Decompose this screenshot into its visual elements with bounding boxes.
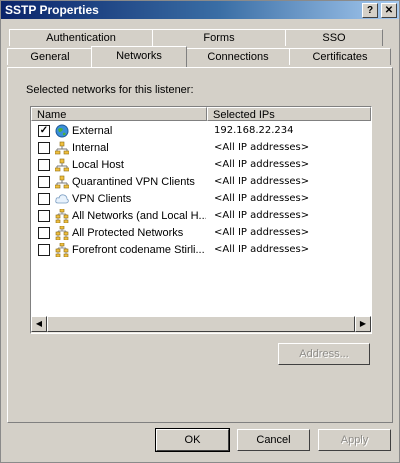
list-item[interactable]: ✓ External 192.168.22.234 [31,123,371,139]
network-ip: <All IP addresses> [214,227,310,238]
tab-connections[interactable]: Connections [186,48,290,65]
apply-button[interactable]: Apply [318,429,391,451]
network-icon [55,158,69,172]
networks-panel: Selected networks for this listener: Nam… [7,67,393,423]
list-item[interactable]: Quarantined VPN Clients <All IP addresse… [31,174,371,190]
network-name: All Protected Networks [72,227,184,239]
list-item[interactable]: All Protected Networks <All IP addresses… [31,225,371,241]
address-button[interactable]: Address... [278,343,370,365]
network-set-icon [55,209,69,223]
row-checkbox[interactable] [38,176,50,188]
network-ip: <All IP addresses> [214,210,310,221]
row-checkbox[interactable] [38,227,50,239]
scroll-left-button[interactable]: ◀ [31,316,47,332]
close-button[interactable]: ✕ [381,3,397,18]
tab-general[interactable]: General [7,48,93,65]
network-icon [55,175,69,189]
network-set-icon [55,226,69,240]
column-header-name[interactable]: Name [31,107,207,121]
network-name: VPN Clients [72,193,132,205]
row-checkbox[interactable] [38,159,50,171]
list-item[interactable]: Local Host <All IP addresses> [31,157,371,173]
network-name: Forefront codename Stirli... [72,244,205,256]
row-checkbox[interactable] [38,142,50,154]
ok-button[interactable]: OK [155,428,230,452]
network-name: Local Host [72,159,124,171]
tab-certificates[interactable]: Certificates [289,48,391,65]
tab-sso[interactable]: SSO [285,29,383,46]
list-item[interactable]: Forefront codename Stirli... <All IP add… [31,242,371,258]
network-name: Internal [72,142,109,154]
scroll-right-button[interactable]: ▶ [355,316,371,332]
network-name: All Networks (and Local H... [72,210,206,222]
horizontal-scrollbar[interactable]: ◀ ▶ [31,316,371,333]
network-name: Quarantined VPN Clients [72,176,195,188]
tab-authentication[interactable]: Authentication [9,29,153,46]
list-item[interactable]: All Networks (and Local H... <All IP add… [31,208,371,224]
network-ip: <All IP addresses> [214,159,310,170]
networks-list[interactable]: Name Selected IPs ✓ External 192.168.22.… [30,106,372,334]
column-header-selected-ips[interactable]: Selected IPs [207,107,371,121]
network-name: External [72,125,113,137]
window-title: SSTP Properties [5,3,99,17]
network-ip: 192.168.22.234 [214,125,294,136]
scroll-thumb[interactable] [47,316,355,332]
list-item[interactable]: VPN Clients <All IP addresses> [31,191,371,207]
sstp-properties-dialog: SSTP Properties ? ✕ Authentication Forms… [0,0,400,463]
tab-forms[interactable]: Forms [152,29,286,46]
network-ip: <All IP addresses> [214,142,310,153]
network-ip: <All IP addresses> [214,193,310,204]
list-item[interactable]: Internal <All IP addresses> [31,140,371,156]
help-button[interactable]: ? [362,3,378,18]
row-checkbox[interactable] [38,244,50,256]
network-icon [55,141,69,155]
network-ip: <All IP addresses> [214,176,310,187]
network-set-icon [55,243,69,257]
title-bar[interactable]: SSTP Properties ? ✕ [1,1,399,19]
row-checkbox[interactable]: ✓ [38,125,50,137]
network-ip: <All IP addresses> [214,244,310,255]
cloud-icon [55,194,69,204]
row-checkbox[interactable] [38,210,50,222]
row-checkbox[interactable] [38,193,50,205]
globe-icon [55,124,69,138]
list-header: Name Selected IPs [31,107,371,122]
networks-label: Selected networks for this listener: [26,84,194,96]
cancel-button[interactable]: Cancel [237,429,310,451]
tab-networks[interactable]: Networks [91,46,187,67]
